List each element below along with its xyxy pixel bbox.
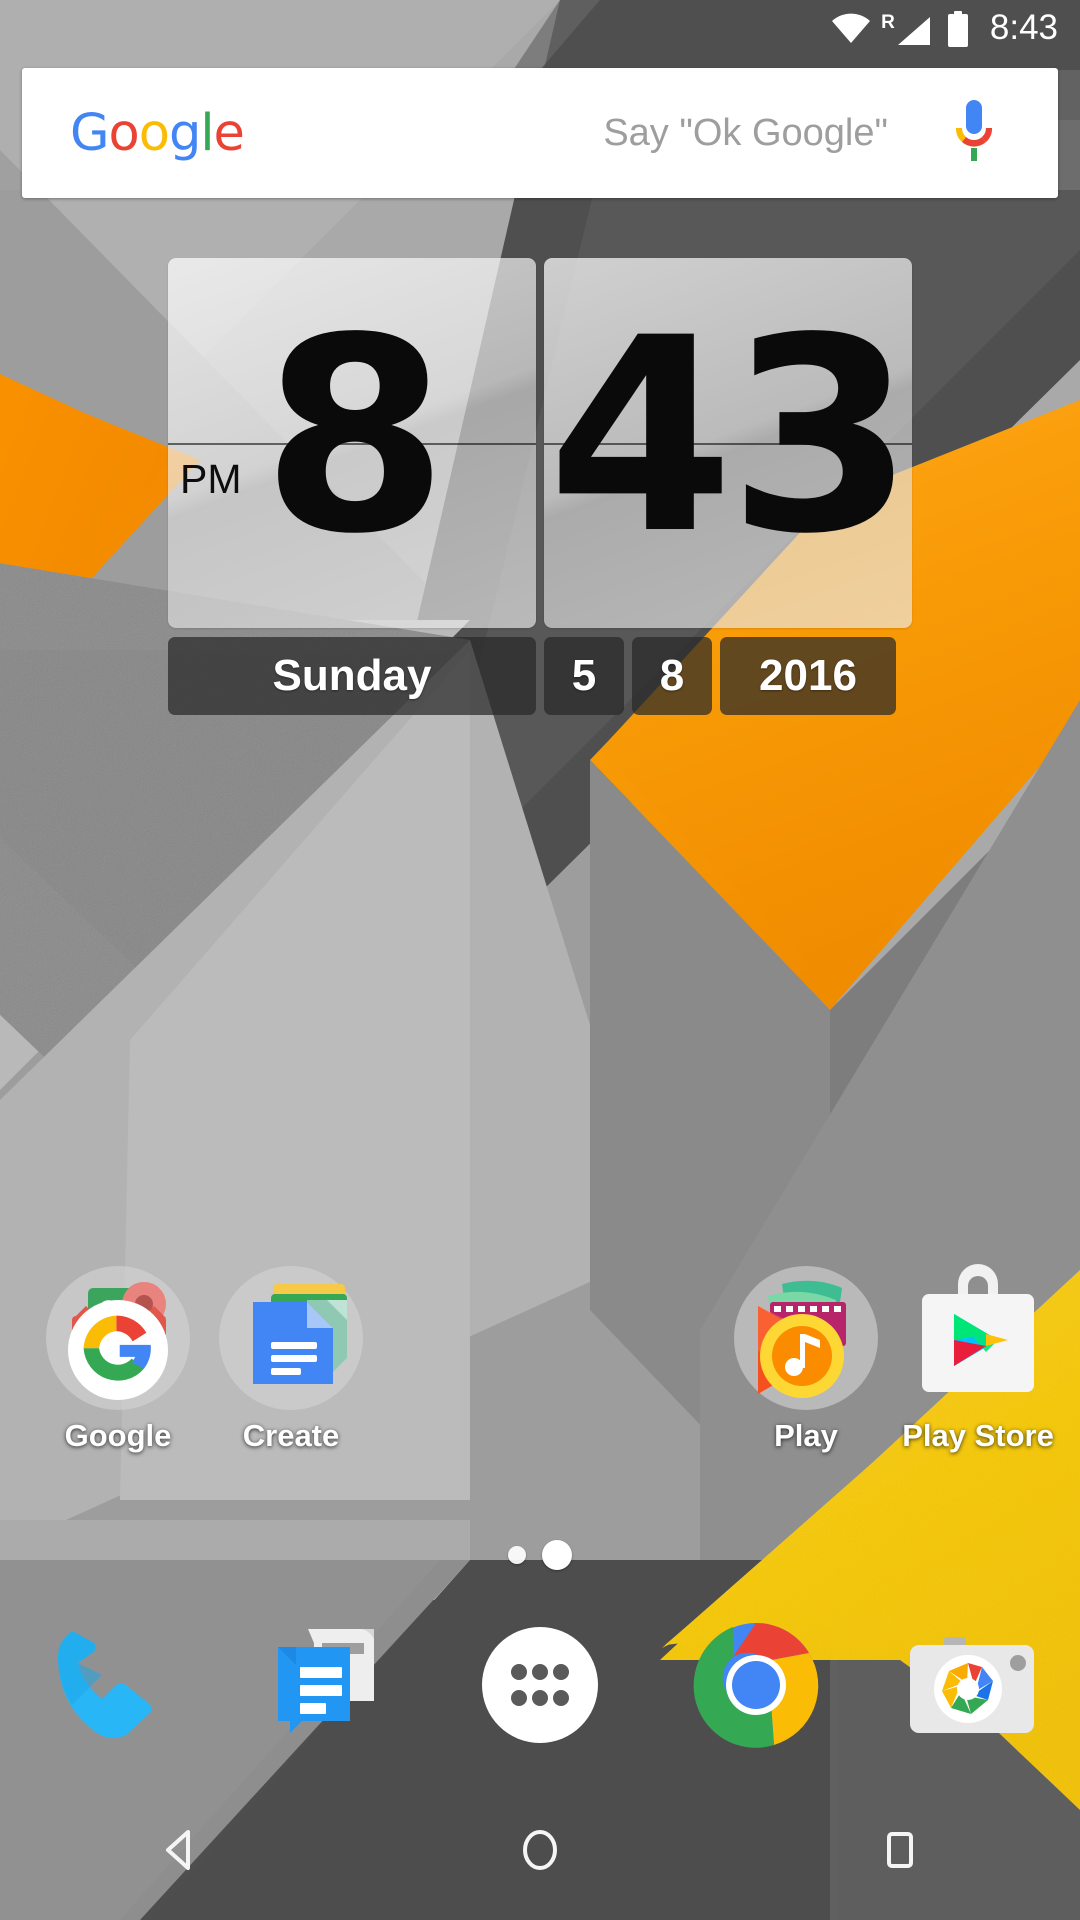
flip-clock-widget[interactable]: PM 8 43 Sunday 5 8 2016	[168, 258, 912, 715]
page-dot-1[interactable]	[508, 1546, 526, 1564]
app-create-folder[interactable]: Create	[183, 1262, 399, 1451]
nav-recents-button[interactable]	[720, 1780, 1080, 1920]
home-circle-icon	[523, 1830, 557, 1870]
battery-full-icon	[946, 11, 970, 47]
flip-clock-cards: PM 8 43	[168, 258, 912, 628]
clock-hour-card[interactable]: PM 8	[168, 258, 536, 628]
app-play-store[interactable]: Play Store	[870, 1262, 1080, 1451]
logo-letter-g2: g	[168, 103, 201, 163]
logo-letter-o1: o	[108, 103, 140, 163]
nav-back-button[interactable]	[0, 1780, 360, 1920]
logo-letter-l: l	[200, 103, 214, 163]
android-home-screen: R 8:43 G o o g l e Say "Ok Google" PM 8 …	[0, 0, 1080, 1920]
app-label: Play Store	[902, 1418, 1054, 1453]
chrome-icon	[693, 1623, 819, 1748]
clock-minute: 43	[547, 280, 912, 593]
clock-ampm: PM	[180, 456, 242, 502]
dock	[0, 1590, 1080, 1780]
page-dot-2-active[interactable]	[542, 1540, 572, 1570]
google-logo: G o o g l e	[70, 103, 245, 163]
microphone-icon[interactable]	[948, 98, 1000, 169]
dock-item-phone[interactable]	[0, 1590, 216, 1780]
google-search-bar[interactable]: G o o g l e Say "Ok Google"	[22, 68, 1058, 198]
cellular-signal-icon: R	[881, 13, 932, 46]
dock-item-chrome[interactable]	[648, 1590, 864, 1780]
search-input[interactable]: Say "Ok Google"	[244, 112, 948, 155]
dock-item-messages[interactable]	[216, 1590, 432, 1780]
status-bar[interactable]: R 8:43	[0, 0, 1080, 58]
app-label: Create	[242, 1418, 340, 1453]
logo-letter-o2: o	[138, 103, 170, 163]
page-indicator[interactable]	[0, 1540, 1080, 1570]
logo-letter-g1: G	[70, 103, 110, 163]
clock-hour: 8	[261, 280, 449, 593]
phone-icon	[58, 1631, 152, 1739]
clock-minute-card[interactable]: 43	[544, 258, 912, 628]
recents-square-icon	[887, 1832, 913, 1868]
nav-home-button[interactable]	[360, 1780, 720, 1920]
date-year[interactable]: 2016	[720, 637, 896, 715]
status-bar-clock: 8:43	[989, 8, 1058, 47]
navigation-bar	[0, 1780, 1080, 1920]
back-triangle-icon	[166, 1830, 190, 1870]
camera-icon	[910, 1637, 1034, 1733]
dock-item-all-apps[interactable]	[432, 1590, 648, 1780]
roaming-indicator: R	[881, 11, 895, 33]
dock-item-camera[interactable]	[864, 1590, 1080, 1780]
google-docs-folder-icon	[183, 1262, 399, 1414]
date-day-name[interactable]: Sunday	[168, 637, 536, 715]
app-drawer-icon	[482, 1627, 598, 1743]
wifi-icon	[831, 13, 871, 44]
date-day-number[interactable]: 5	[544, 637, 624, 715]
date-month[interactable]: 8	[632, 637, 712, 715]
logo-letter-e: e	[213, 103, 244, 163]
app-grid: G Google	[0, 1262, 1080, 1502]
date-row[interactable]: Sunday 5 8 2016	[168, 637, 912, 715]
play-store-icon	[870, 1262, 1080, 1414]
messages-icon	[278, 1629, 374, 1733]
